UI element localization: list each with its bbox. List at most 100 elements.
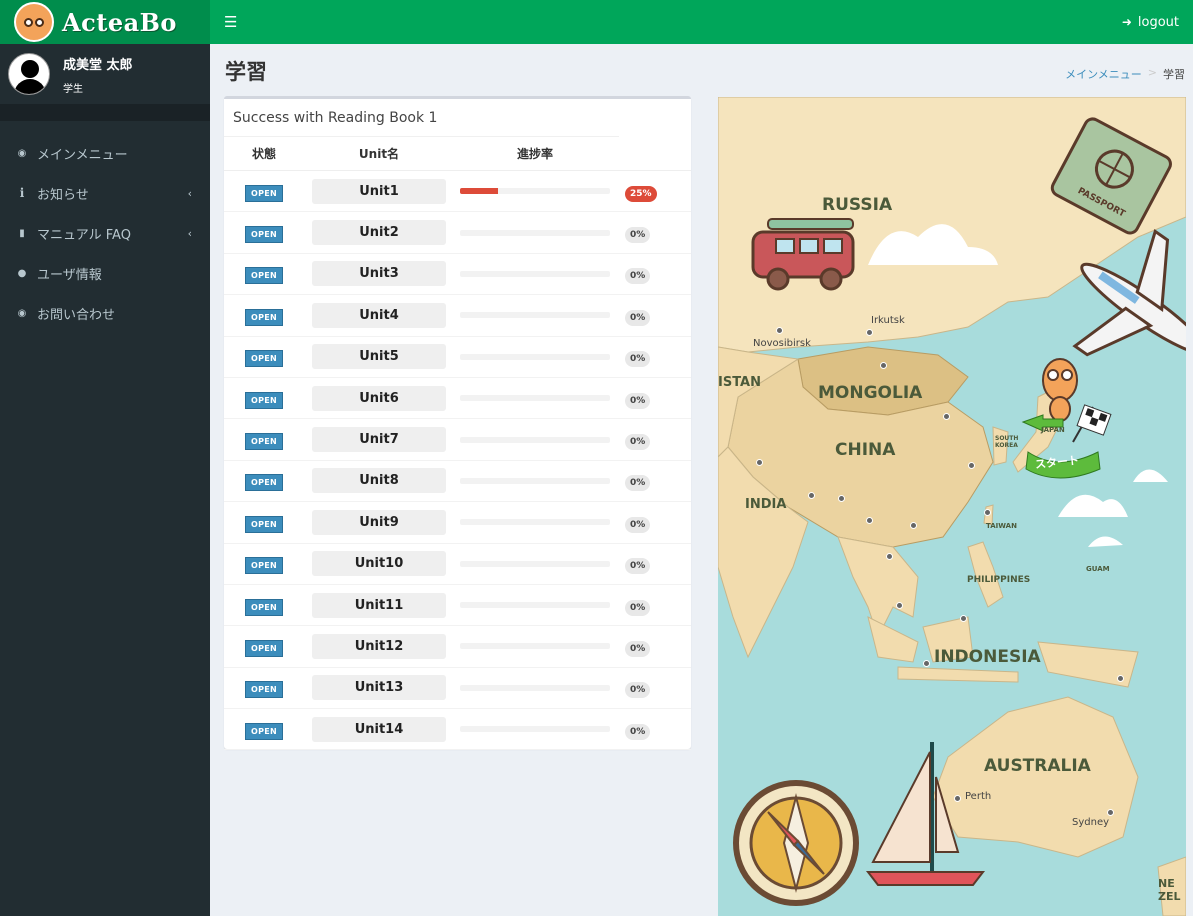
city-dot [1107, 809, 1114, 816]
city-dot [954, 795, 961, 802]
logout-button[interactable]: ➜ logout [1122, 15, 1179, 30]
user-panel: 成美堂 太郎 学生 [0, 44, 210, 104]
table-row: OPEN Unit11 0% [224, 585, 691, 627]
map-label-guam: GUAM [1086, 565, 1110, 573]
sidebar-menu: ◉ メインメニュー i お知らせ ‹ ▮ マニュアル FAQ ‹ ● ユーザ情報… [0, 133, 210, 333]
page-title: 学習 [225, 60, 267, 84]
map-label-south-korea: SOUTH KOREA [995, 435, 1019, 449]
sidebar-toggle-icon[interactable]: ☰ [224, 13, 237, 31]
city-dot [808, 492, 815, 499]
progress-percent-badge: 0% [625, 516, 651, 533]
map-label-russia: RUSSIA [822, 195, 893, 215]
column-header-progress: 進捗率 [516, 147, 553, 161]
progress-bar [460, 602, 610, 609]
status-badge: OPEN [244, 267, 284, 285]
city-dot [943, 413, 950, 420]
city-label-novosibirsk: Novosibirsk [753, 338, 811, 349]
map-label-mongolia: MONGOLIA [818, 383, 923, 403]
progress-bar [460, 684, 610, 691]
status-badge: OPEN [244, 184, 284, 202]
progress-percent-badge: 0% [625, 227, 651, 244]
dashboard-icon: ◉ [17, 147, 27, 159]
city-dot [960, 615, 967, 622]
table-row: OPEN Unit3 0% [224, 254, 691, 296]
sidebar-item-label: メインメニュー [37, 147, 128, 163]
unit-button[interactable]: Unit11 [312, 592, 446, 618]
sidebar-item-label: マニュアル FAQ [37, 227, 131, 243]
map-label-china: CHINA [835, 440, 896, 460]
city-dot [756, 459, 763, 466]
progress-percent-badge: 0% [625, 268, 651, 285]
progress-bar [460, 188, 610, 195]
unit-button[interactable]: Unit2 [312, 220, 446, 246]
map-label-taiwan: TAIWAN [986, 522, 1017, 530]
unit-button[interactable]: Unit14 [312, 716, 446, 742]
unit-button[interactable]: Unit10 [312, 551, 446, 577]
unit-button[interactable]: Unit7 [312, 427, 446, 453]
progress-percent-badge: 0% [625, 599, 651, 616]
unit-button[interactable]: Unit8 [312, 468, 446, 494]
progress-bar [460, 560, 610, 567]
table-row: OPEN Unit6 0% [224, 378, 691, 420]
units-table-body: OPEN Unit1 25% OPEN Unit2 0% OPEN Unit3 0% OPEN Un… [224, 171, 691, 751]
unit-button[interactable]: Unit4 [312, 302, 446, 328]
breadcrumb: メインメニュー > 学習 [1065, 66, 1185, 82]
city-label-sydney: Sydney [1072, 817, 1110, 828]
unit-button[interactable]: Unit1 [312, 178, 446, 204]
progress-bar [460, 726, 610, 733]
status-badge: OPEN [244, 433, 284, 451]
sidebar: 成美堂 太郎 学生 ◉ メインメニュー i お知らせ ‹ ▮ マニュアル FAQ… [0, 44, 210, 916]
status-badge: OPEN [244, 308, 284, 326]
units-box: Success with Reading Book 1 状態 Unit名 進捗率… [224, 96, 691, 751]
box-title: Success with Reading Book 1 [224, 99, 619, 137]
status-badge: OPEN [244, 226, 284, 244]
progress-bar [460, 312, 610, 319]
table-row: OPEN Unit1 25% [224, 171, 691, 213]
map-label-indonesia: INDONESIA [934, 647, 1041, 667]
city-dot [776, 327, 783, 334]
table-row: OPEN Unit12 0% [224, 626, 691, 668]
unit-button[interactable]: Unit9 [312, 509, 446, 535]
breadcrumb-link-main-menu[interactable]: メインメニュー [1065, 66, 1142, 82]
progress-percent-badge: 0% [625, 434, 651, 451]
unit-button[interactable]: Unit13 [312, 675, 446, 701]
status-badge: OPEN [244, 598, 284, 616]
progress-percent-badge: 25% [625, 185, 657, 202]
progress-percent-badge: 0% [625, 392, 651, 409]
progress-bar [460, 270, 610, 277]
city-dot [838, 495, 845, 502]
sidebar-item-main-menu[interactable]: ◉ メインメニュー [0, 133, 210, 173]
table-row: OPEN Unit14 0% [224, 709, 691, 751]
table-row: OPEN Unit13 0% [224, 668, 691, 710]
progress-bar [460, 436, 610, 443]
unit-button[interactable]: Unit6 [312, 385, 446, 411]
user-icon: ● [17, 267, 27, 279]
city-dot [880, 362, 887, 369]
sidebar-item-label: ユーザ情報 [37, 267, 102, 283]
unit-button[interactable]: Unit12 [312, 633, 446, 659]
logout-label: logout [1137, 14, 1179, 30]
map-label-india: INDIA [745, 497, 787, 512]
unit-button[interactable]: Unit3 [312, 261, 446, 287]
map-illustration: PASSPORT [718, 97, 1186, 916]
table-row: OPEN Unit8 0% [224, 461, 691, 503]
table-row: OPEN Unit7 0% [224, 419, 691, 461]
city-dot [866, 329, 873, 336]
status-badge: OPEN [244, 681, 284, 699]
breadcrumb-current: 学習 [1163, 68, 1185, 81]
sidebar-item-manual-faq[interactable]: ▮ マニュアル FAQ ‹ [0, 213, 210, 253]
column-header-unit: Unit名 [358, 147, 400, 161]
unit-button[interactable]: Unit5 [312, 344, 446, 370]
sidebar-item-contact[interactable]: ◉ お問い合わせ [0, 293, 210, 333]
checkered-flag-icon [1072, 404, 1112, 443]
app-logo[interactable]: ActeaBo [0, 0, 210, 44]
map-label-australia: AUSTRALIA [984, 756, 1091, 776]
sidebar-item-notices[interactable]: i お知らせ ‹ [0, 173, 210, 213]
progress-percent-badge: 0% [625, 723, 651, 740]
logo-mascot-icon [14, 2, 54, 42]
progress-bar [460, 395, 610, 402]
chevron-left-icon: ‹ [187, 186, 192, 200]
sidebar-item-user-info[interactable]: ● ユーザ情報 [0, 253, 210, 293]
table-row: OPEN Unit10 0% [224, 544, 691, 585]
column-header-status: 状態 [251, 147, 276, 161]
